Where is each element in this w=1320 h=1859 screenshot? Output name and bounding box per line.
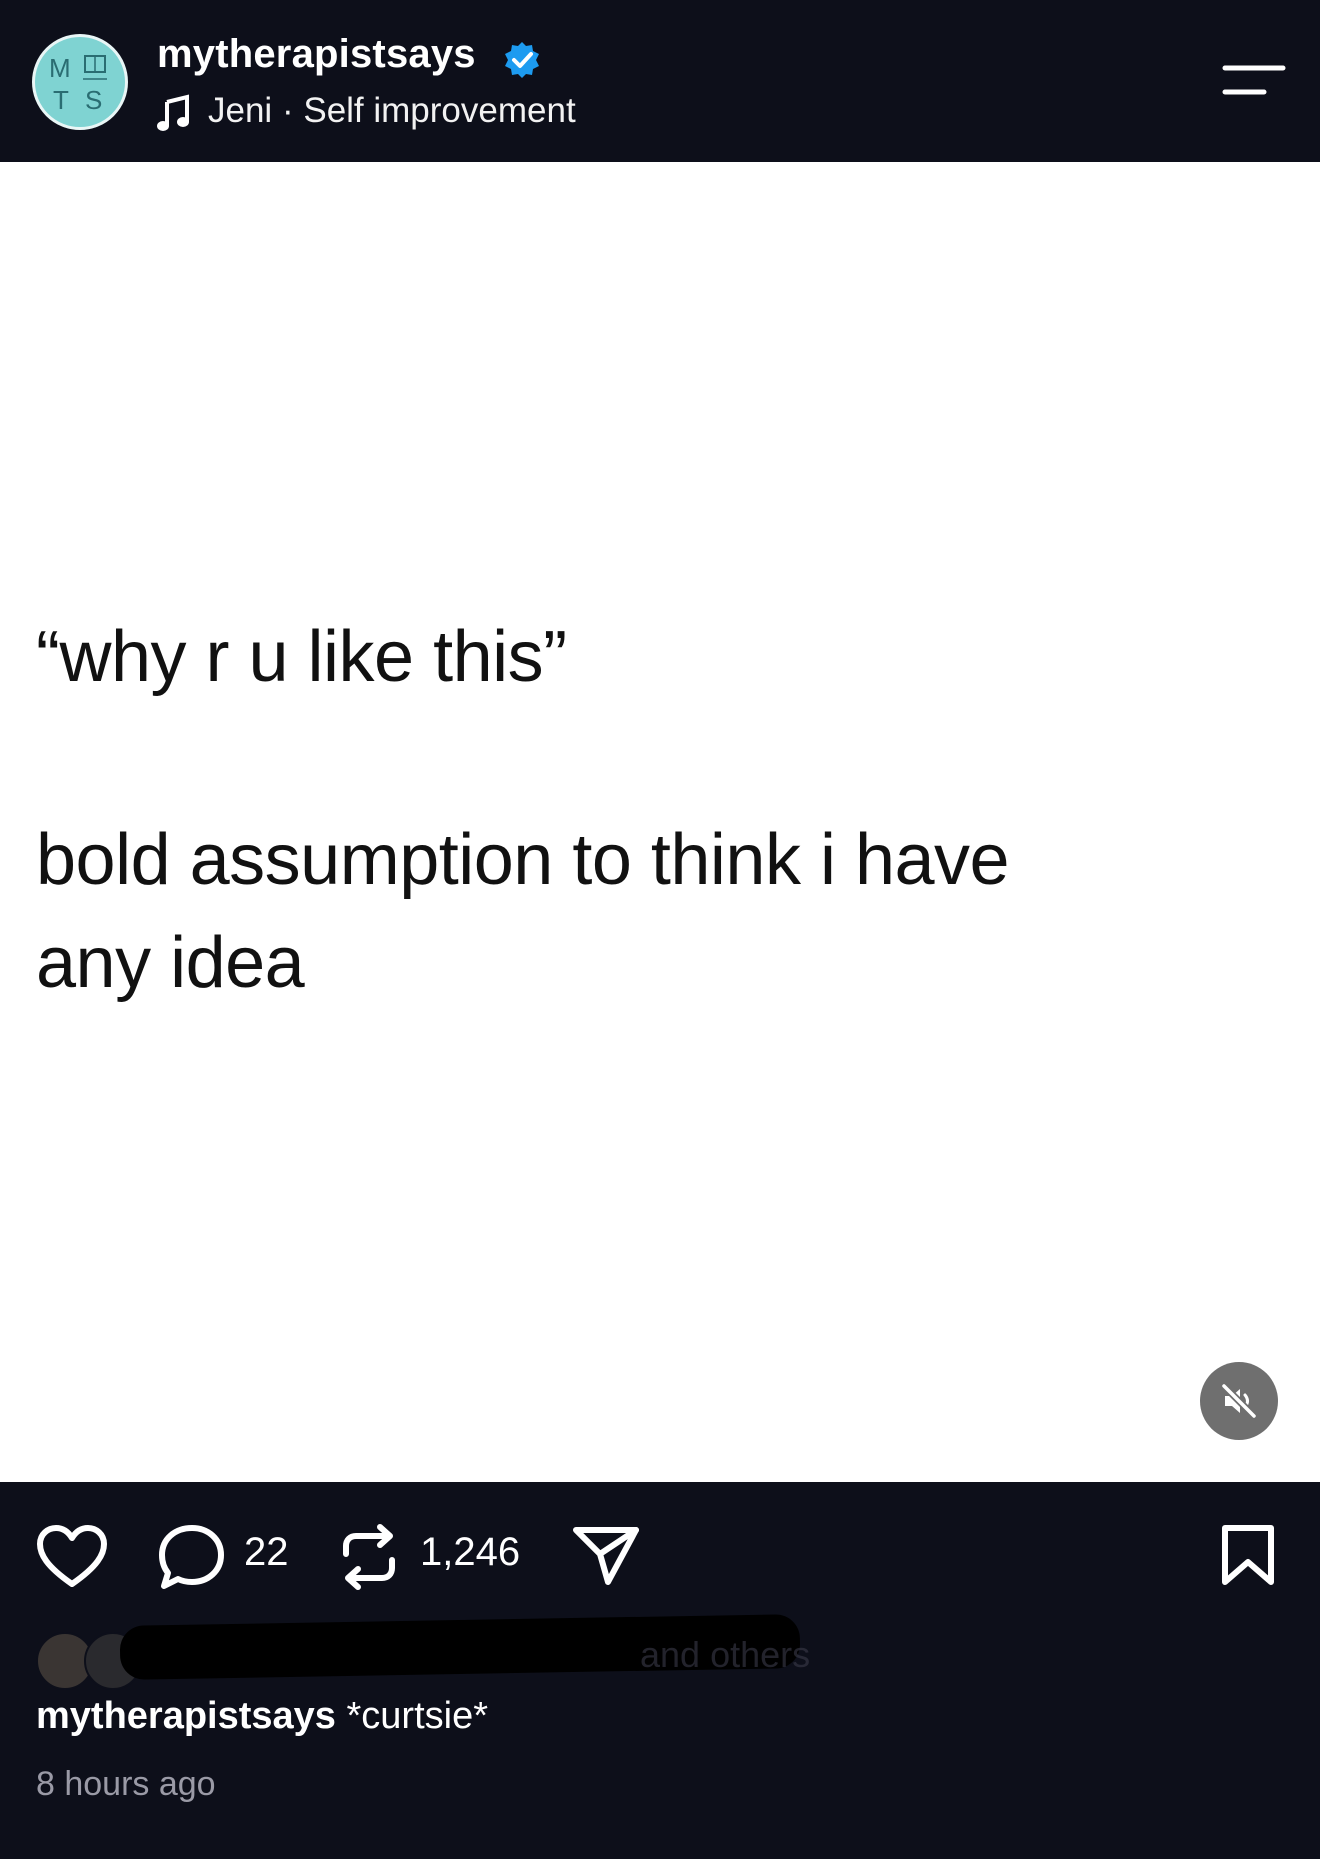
heart-icon[interactable] bbox=[36, 1524, 108, 1590]
audio-artist: Jeni bbox=[208, 91, 273, 130]
audio-info[interactable]: Jeni · Self improvement bbox=[208, 91, 576, 131]
svg-text:S: S bbox=[85, 85, 102, 115]
caption-text: *curtsie* bbox=[346, 1695, 489, 1737]
audio-category: Self improvement bbox=[303, 91, 576, 130]
paper-plane-icon[interactable] bbox=[572, 1524, 640, 1586]
music-note-icon bbox=[157, 94, 189, 131]
audio-separator: · bbox=[281, 91, 294, 130]
post-quote-line: “why r u like this” bbox=[36, 617, 567, 697]
post-media[interactable]: “why r u like this” bold assumption to t… bbox=[0, 162, 1320, 1482]
repost-icon[interactable] bbox=[340, 1524, 398, 1590]
post-timestamp: 8 hours ago bbox=[36, 1765, 216, 1803]
avatar-logo: M T S bbox=[49, 53, 107, 115]
verified-badge-icon bbox=[505, 42, 539, 78]
menu-icon[interactable] bbox=[1222, 62, 1286, 98]
speaker-muted-icon bbox=[1221, 1383, 1257, 1419]
repost-count: 1,246 bbox=[420, 1530, 521, 1574]
username[interactable]: mytherapistsays bbox=[157, 32, 476, 77]
post-caption: mytherapistsays *curtsie* bbox=[36, 1695, 488, 1738]
mute-button[interactable] bbox=[1200, 1362, 1278, 1440]
profile-avatar[interactable]: M T S bbox=[32, 34, 128, 130]
liked-by-text: and others bbox=[640, 1634, 811, 1675]
comment-icon[interactable] bbox=[158, 1524, 226, 1592]
svg-text:M: M bbox=[49, 53, 71, 83]
bookmark-icon[interactable] bbox=[1220, 1524, 1276, 1588]
comment-count: 22 bbox=[244, 1530, 289, 1574]
liked-by-row[interactable]: and others bbox=[0, 1600, 820, 1690]
caption-username[interactable]: mytherapistsays bbox=[36, 1695, 336, 1737]
post-answer-line-2: any idea bbox=[36, 923, 305, 1003]
post-answer-line-1: bold assumption to think i have bbox=[36, 820, 1010, 900]
svg-text:T: T bbox=[53, 85, 69, 115]
post-header: M T S mytherapistsays Jeni · Self improv… bbox=[0, 0, 1320, 162]
